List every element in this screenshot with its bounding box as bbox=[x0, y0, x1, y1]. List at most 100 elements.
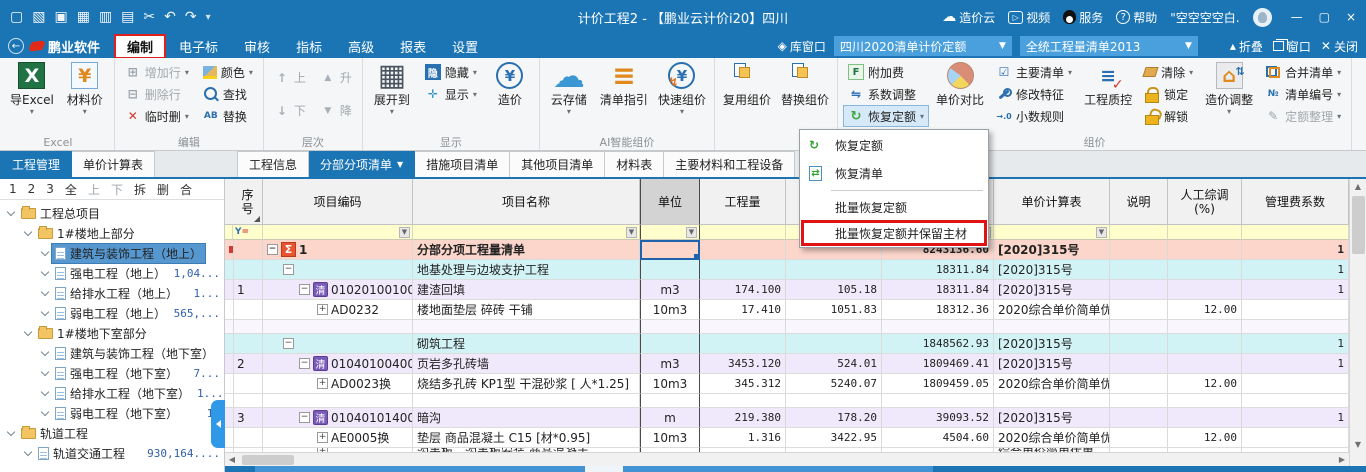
restore-quota-button[interactable]: ↻恢复定额▾ bbox=[843, 105, 929, 127]
move-down-button[interactable]: ↓下 bbox=[269, 100, 311, 122]
table-row[interactable]: 1−清010201001001建渣回填m3174.100105.1818311.… bbox=[225, 280, 1349, 300]
list-guide-button[interactable]: ≡清单指引 bbox=[595, 59, 653, 108]
column-header-qty[interactable]: 工程量 bbox=[700, 179, 786, 225]
menu-tab-编制[interactable]: 编制 bbox=[114, 34, 166, 59]
table-row[interactable]: −砌筑工程1848562.93[2020]315号1 bbox=[225, 334, 1349, 354]
cell-unit[interactable] bbox=[640, 260, 700, 280]
cell-unit[interactable] bbox=[640, 320, 700, 334]
filter-cell-note[interactable] bbox=[1110, 225, 1168, 240]
cell-labor[interactable]: 12.00 bbox=[1168, 300, 1242, 320]
cell-seq[interactable]: 2 bbox=[233, 354, 263, 374]
main-list-button[interactable]: ☑主要清单▾ bbox=[991, 61, 1077, 83]
left-tab-单价计算表[interactable]: 单价计算表 bbox=[72, 151, 155, 177]
tree-tool-1[interactable]: 1 bbox=[9, 182, 17, 196]
cell-mgmt[interactable]: 1 bbox=[1242, 280, 1349, 300]
cell-labor[interactable] bbox=[1168, 240, 1242, 260]
cell-note[interactable] bbox=[1110, 394, 1168, 408]
cell-mgmt[interactable] bbox=[1242, 428, 1349, 448]
column-header-name[interactable]: 项目名称 bbox=[413, 179, 640, 225]
expand-box-icon[interactable]: + bbox=[317, 432, 328, 443]
expand-box-icon[interactable]: + bbox=[317, 304, 328, 315]
cell-total[interactable] bbox=[882, 448, 994, 452]
tree-tool-2[interactable]: 2 bbox=[28, 182, 36, 196]
column-header-seq[interactable]: 序号 bbox=[233, 179, 263, 225]
cell-mgmt[interactable] bbox=[1242, 320, 1349, 334]
cell-qty[interactable] bbox=[700, 260, 786, 280]
redo-button[interactable]: ↷ bbox=[185, 9, 197, 25]
scroll-down-icon[interactable]: ▼ bbox=[1355, 437, 1361, 452]
modify-feature-button[interactable]: 修改特征 bbox=[991, 83, 1077, 105]
material-price-button[interactable]: ¥材料价▾ bbox=[59, 59, 111, 116]
cell-unit[interactable]: 10m3 bbox=[640, 300, 700, 320]
panel-collapse-handle[interactable] bbox=[211, 400, 225, 448]
cell-code[interactable]: +AD0232 bbox=[263, 300, 413, 320]
filter-cell-unit[interactable]: ▼ bbox=[640, 225, 700, 240]
filter-dropdown-icon[interactable]: ▼ bbox=[399, 227, 410, 238]
main-tab-措施项目清单[interactable]: 措施项目清单 bbox=[415, 151, 510, 177]
cell-unit[interactable] bbox=[640, 240, 700, 260]
tree-tool-合[interactable]: 合 bbox=[180, 181, 192, 198]
vertical-scrollbar[interactable]: ▲ ▼ bbox=[1349, 179, 1366, 452]
cell-labor[interactable] bbox=[1168, 448, 1242, 452]
cell-labor[interactable] bbox=[1168, 354, 1242, 374]
cell-price[interactable] bbox=[786, 394, 882, 408]
table-row[interactable]: −地基处理与边坡支护工程18311.84[2020]315号1 bbox=[225, 260, 1349, 280]
menu-tab-电子标[interactable]: 电子标 bbox=[166, 35, 231, 58]
cell-seq[interactable] bbox=[233, 240, 263, 260]
list-standard-select[interactable]: 全统工程量清单2013 ▼ bbox=[1020, 36, 1198, 56]
cell-labor[interactable] bbox=[1168, 394, 1242, 408]
decimal-rule-button[interactable]: →.0小数规则 bbox=[991, 105, 1077, 127]
cell-unit[interactable]: 10m3 bbox=[640, 428, 700, 448]
cell-calc[interactable]: [2020]315号 bbox=[994, 240, 1110, 260]
filter-cell-marker[interactable] bbox=[225, 225, 233, 240]
cell-qty[interactable] bbox=[700, 394, 786, 408]
table-row[interactable]: +AD0023换烧结多孔砖 KP1型 干混砂浆 [ 人*1.25]10m3345… bbox=[225, 374, 1349, 394]
expand-chevron-icon[interactable] bbox=[41, 407, 49, 415]
filter-cell-seq[interactable]: Y= bbox=[233, 225, 263, 240]
cost-button[interactable]: ¥造价 bbox=[484, 59, 536, 108]
cell-calc[interactable]: 2020综合单价简单优惠 bbox=[994, 428, 1110, 448]
tree-node[interactable]: 弱电工程（地下室）1. bbox=[0, 403, 224, 423]
menu-item-批量恢复定额[interactable]: 批量恢复定额 bbox=[801, 194, 987, 220]
tree-node[interactable]: 1#楼地上部分 bbox=[0, 223, 224, 243]
cell-name[interactable]: 页岩多孔砖墙 bbox=[413, 354, 640, 374]
cell-total[interactable]: 18312.36 bbox=[882, 300, 994, 320]
expand-chevron-icon[interactable] bbox=[41, 267, 49, 275]
cell-mgmt[interactable] bbox=[1242, 394, 1349, 408]
cell-calc[interactable] bbox=[994, 320, 1110, 334]
main-tab-工程信息[interactable]: 工程信息 bbox=[237, 151, 309, 177]
menu-tab-指标[interactable]: 指标 bbox=[283, 35, 335, 58]
cell-note[interactable] bbox=[1110, 280, 1168, 300]
cell-total[interactable]: 4504.60 bbox=[882, 428, 994, 448]
cell-qty[interactable]: 3453.120 bbox=[700, 354, 786, 374]
save-as-button[interactable]: ▦ bbox=[77, 9, 90, 25]
cell-note[interactable] bbox=[1110, 448, 1168, 452]
clear-button[interactable]: 清除▾ bbox=[1139, 61, 1198, 83]
cell-price[interactable]: 105.18 bbox=[786, 280, 882, 300]
price-compare-button[interactable]: 单价对比 bbox=[931, 59, 989, 108]
column-header-calc[interactable]: 单价计算表 bbox=[994, 179, 1110, 225]
cell-price[interactable]: 178.20 bbox=[786, 408, 882, 428]
cost-cloud-button[interactable]: ☁造价云 bbox=[942, 9, 995, 26]
cell-qty[interactable]: 1.316 bbox=[700, 428, 786, 448]
menu-item-恢复定额[interactable]: ↻恢复定额 bbox=[801, 131, 987, 159]
filter-dropdown-icon[interactable]: ▼ bbox=[1096, 227, 1107, 238]
column-header-note[interactable]: 说明 bbox=[1110, 179, 1168, 225]
lock-button[interactable]: 锁定 bbox=[1139, 83, 1198, 105]
cell-price[interactable] bbox=[786, 260, 882, 280]
help-button[interactable]: ?帮助 bbox=[1116, 9, 1157, 26]
filter-cell-qty[interactable] bbox=[700, 225, 786, 240]
tree-node[interactable]: 给排水工程（地下室）1... bbox=[0, 383, 224, 403]
collapse-ribbon-button[interactable]: ▴ 折叠 bbox=[1230, 38, 1263, 55]
cell-unit[interactable] bbox=[640, 334, 700, 354]
tree-node[interactable]: 轨道交通工程930,164.... bbox=[0, 443, 224, 463]
vertical-scroll-thumb[interactable] bbox=[1352, 196, 1365, 254]
cell-note[interactable] bbox=[1110, 334, 1168, 354]
menu-tab-报表[interactable]: 报表 bbox=[387, 35, 439, 58]
cell-qty[interactable]: 174.100 bbox=[700, 280, 786, 300]
undo-button[interactable]: ↶ bbox=[164, 9, 176, 25]
cell-seq[interactable]: 3 bbox=[233, 408, 263, 428]
user-avatar[interactable] bbox=[1253, 8, 1272, 27]
cell-price[interactable]: 3422.95 bbox=[786, 428, 882, 448]
cell-mgmt[interactable]: 1 bbox=[1242, 408, 1349, 428]
